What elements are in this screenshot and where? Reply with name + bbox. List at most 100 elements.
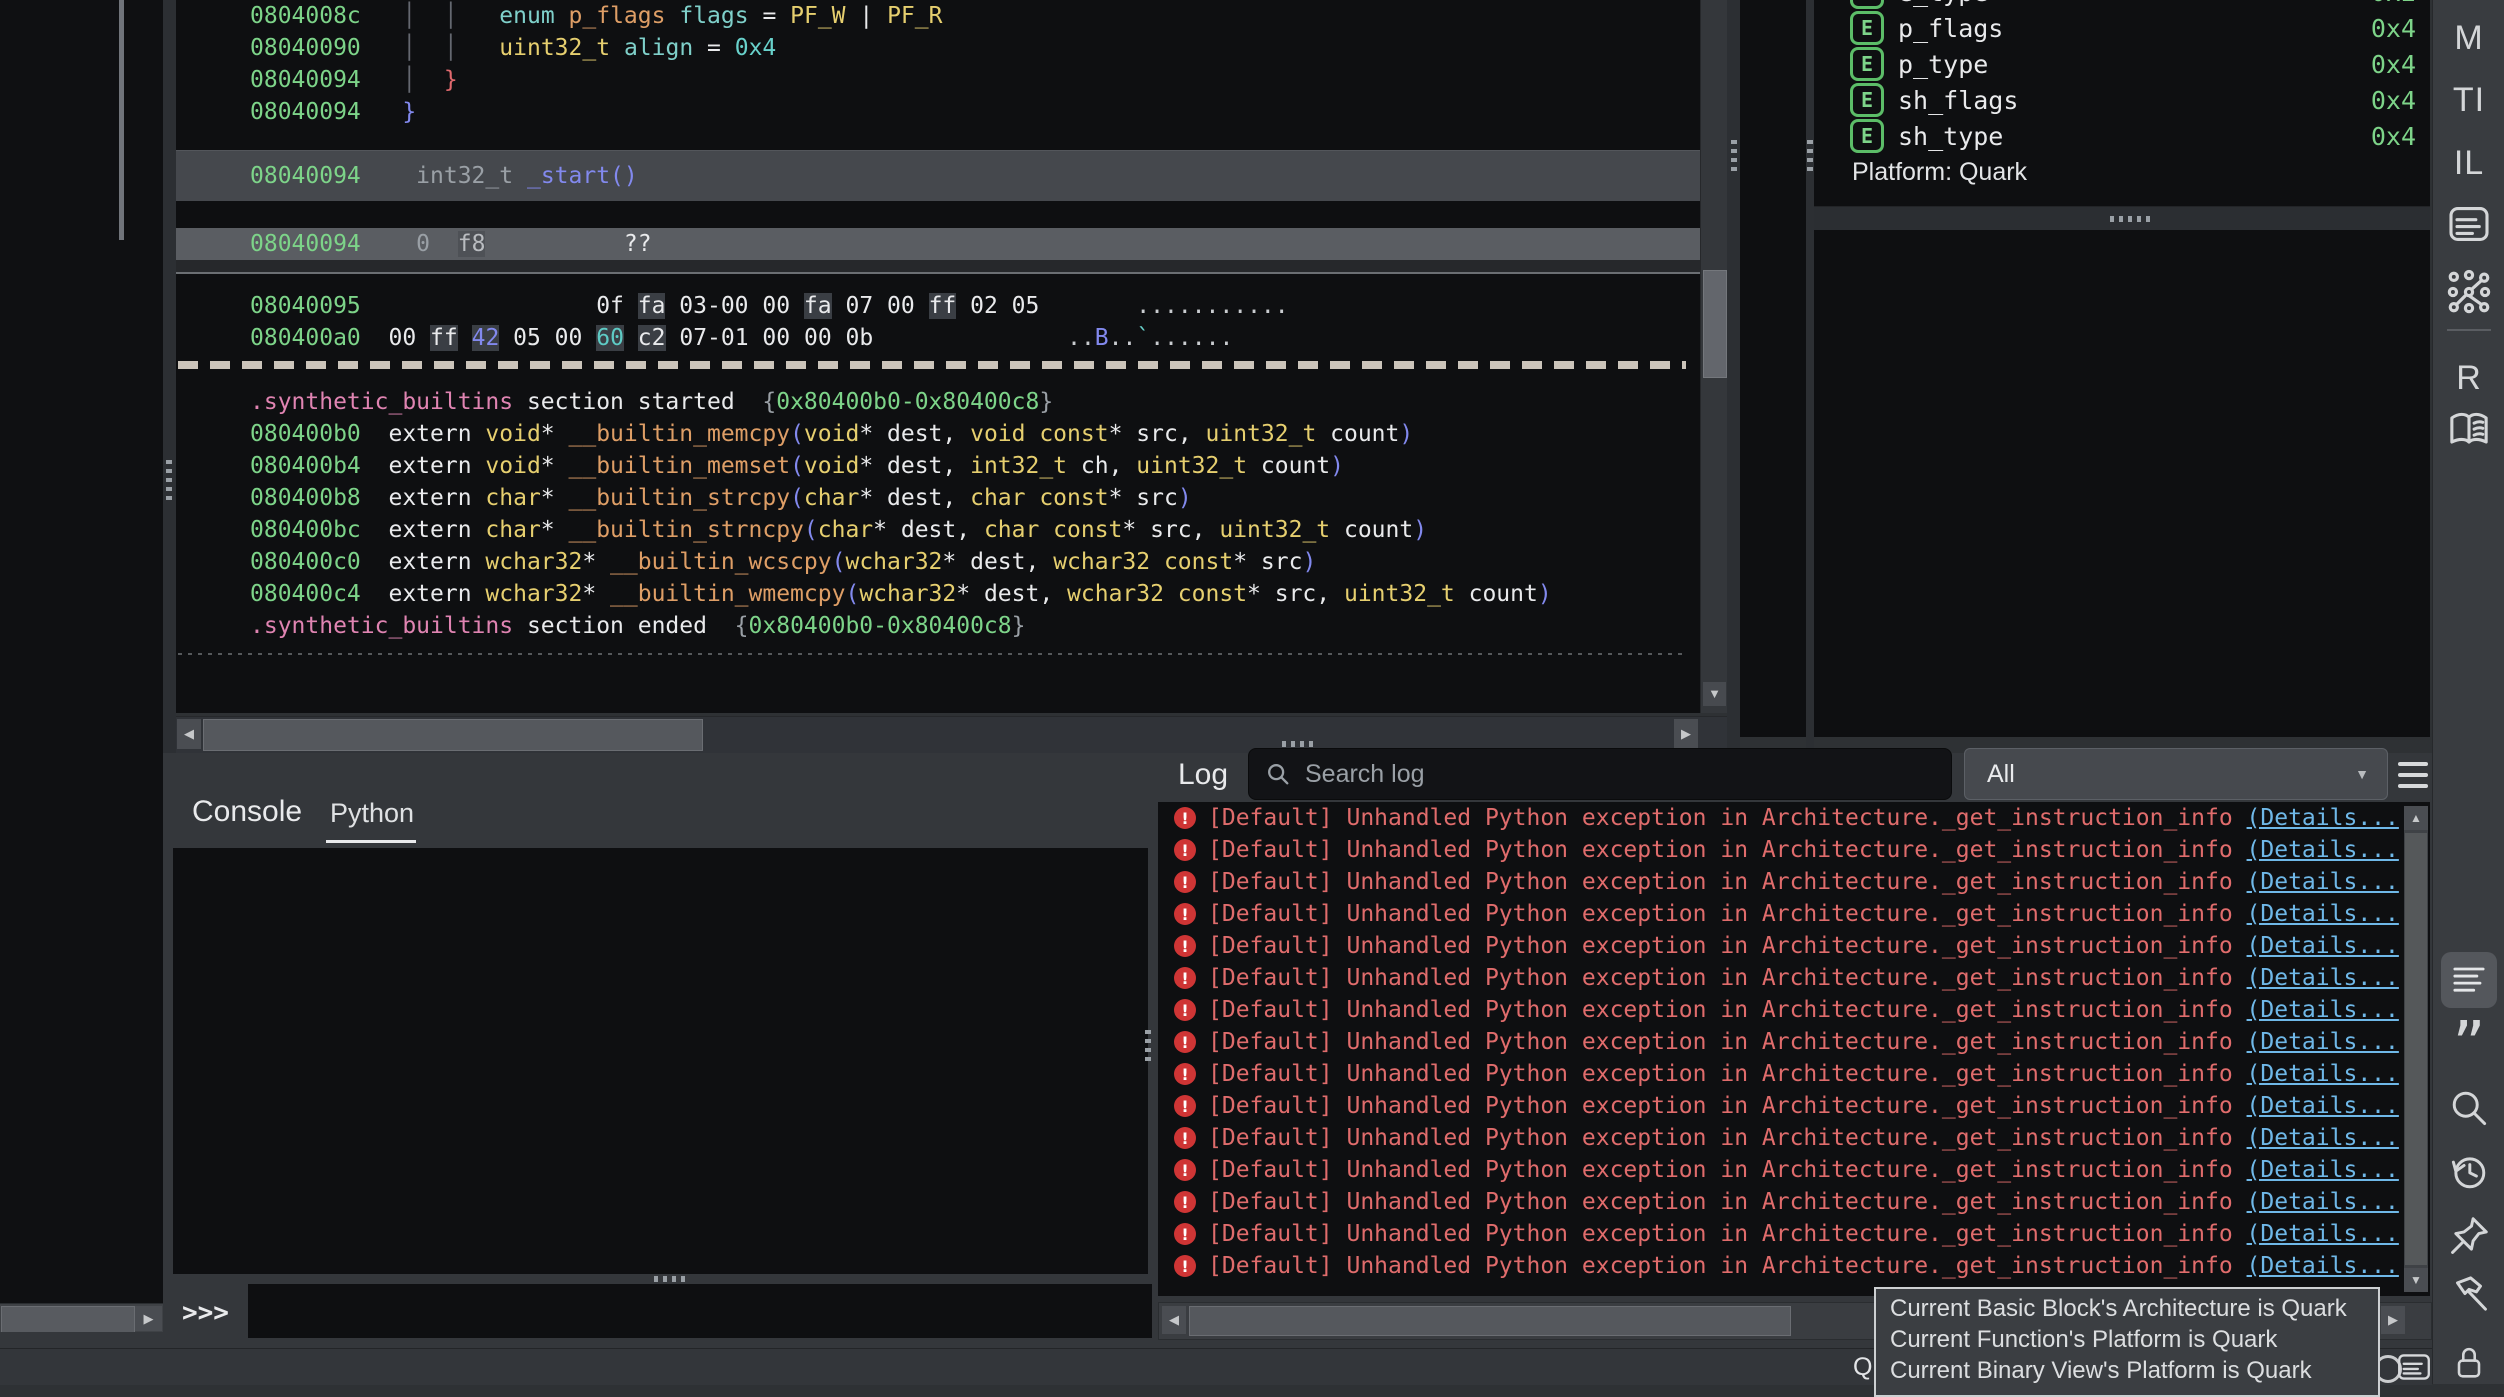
disassembly-band1[interactable]: 08040094 int32_t _start() bbox=[176, 150, 1700, 201]
disassembly-line[interactable]: 080400a0 00 ff 42 05 00 60 c2 07-01 00 0… bbox=[250, 322, 1700, 354]
top-bottom-splitter-handle-icon[interactable] bbox=[1282, 741, 1318, 747]
error-icon: ! bbox=[1174, 967, 1196, 989]
log-vscroll-down-arrow-icon[interactable]: ▼ bbox=[2404, 1268, 2428, 1292]
linear-view-vscroll-thumb[interactable] bbox=[1703, 270, 1727, 378]
linear-view-hscroll-right-arrow-icon[interactable]: ▶ bbox=[1674, 719, 1698, 749]
log-entry-list[interactable]: ![Default] Unhandled Python exception in… bbox=[1158, 802, 2430, 1296]
disassembly-line[interactable]: 08040090 │ │ uint32_t align = 0x4 bbox=[250, 32, 1700, 64]
console-input[interactable] bbox=[248, 1284, 1152, 1338]
type-list-item[interactable]: Esh_flags0x4 bbox=[1814, 82, 2430, 118]
tab-python[interactable]: Python bbox=[330, 798, 414, 829]
bottom-tab-history[interactable] bbox=[2433, 1148, 2504, 1196]
disassembly-line[interactable]: 08040095 0f fa 03-00 00 fa 07 00 ff 02 0… bbox=[250, 290, 1700, 322]
bottom-tab-strings[interactable]: ” bbox=[2433, 1022, 2504, 1070]
disassembly-line[interactable]: 080400b0 extern void* __builtin_memcpy(v… bbox=[250, 418, 1700, 450]
splitter-left[interactable] bbox=[163, 0, 176, 753]
log-details-link[interactable]: (Details... bbox=[2247, 901, 2399, 927]
tab-console[interactable]: Console bbox=[192, 795, 302, 829]
type-list-item[interactable]: Ee_type0x2 bbox=[1814, 0, 2430, 10]
disassembly-line[interactable]: 08040094 } bbox=[250, 96, 1700, 128]
linear-disassembly-view[interactable]: 0804008c │ │ enum p_flags flags = PF_W |… bbox=[176, 0, 1700, 713]
linear-view-vscroll-down-arrow-icon[interactable]: ▼ bbox=[1703, 682, 1726, 706]
log-filter-dropdown[interactable]: All ▼ bbox=[1964, 748, 2388, 800]
bottom-tab-build[interactable] bbox=[2433, 1272, 2504, 1320]
log-details-link[interactable]: (Details... bbox=[2247, 1157, 2399, 1183]
left-pane-hscrollbar[interactable]: ▶ bbox=[0, 1303, 163, 1333]
console-splitter-handle-icon[interactable] bbox=[654, 1276, 690, 1282]
type-list-item[interactable]: Esh_type0x4 bbox=[1814, 118, 2430, 154]
sidebar-tab-il-view[interactable]: IL bbox=[2433, 141, 2504, 185]
log-details-link[interactable]: (Details... bbox=[2247, 1125, 2399, 1151]
log-hscroll-left-arrow-icon[interactable]: ◀ bbox=[1162, 1306, 1186, 1334]
log-details-link[interactable]: (Details... bbox=[2247, 997, 2399, 1023]
log-details-link[interactable]: (Details... bbox=[2247, 1093, 2399, 1119]
log-details-link[interactable]: (Details... bbox=[2247, 1189, 2399, 1215]
log-hscroll-thumb[interactable] bbox=[1189, 1306, 1791, 1336]
splitter-mid-right[interactable] bbox=[1806, 0, 1814, 753]
sidebar-tab-mini-graph[interactable] bbox=[2433, 266, 2504, 318]
sidebar-tab-stack[interactable] bbox=[2433, 200, 2504, 248]
sidebar-tab-docs[interactable] bbox=[2433, 406, 2504, 454]
splitter-mid-left-handle-icon[interactable] bbox=[1731, 140, 1737, 172]
log-details-link[interactable]: (Details... bbox=[2247, 869, 2399, 895]
log-details-link[interactable]: (Details... bbox=[2247, 1221, 2399, 1247]
linear-view-hscroll-thumb[interactable] bbox=[203, 719, 703, 751]
types-panel-splitter-handle-icon[interactable] bbox=[2110, 216, 2150, 222]
bottom-tab-find[interactable] bbox=[2433, 1084, 2504, 1132]
disassembly-dashed[interactable] bbox=[176, 354, 1700, 376]
splitter-left-handle-icon[interactable] bbox=[166, 460, 172, 500]
disassembly-line[interactable]: 080400c4 extern wchar32* __builtin_wmemc… bbox=[250, 578, 1700, 610]
type-list-item[interactable]: Ep_flags0x4 bbox=[1814, 10, 2430, 46]
splitter-mid-right-handle-icon[interactable] bbox=[1807, 140, 1813, 172]
left-pane-hscroll-thumb[interactable] bbox=[1, 1306, 135, 1333]
left-pane-hscroll-right-arrow-icon[interactable]: ▶ bbox=[135, 1306, 162, 1331]
log-search-input[interactable] bbox=[1303, 759, 1907, 790]
sidebar-tab-registers[interactable]: R bbox=[2433, 356, 2504, 400]
disassembly-gap[interactable] bbox=[250, 376, 1700, 386]
disassembly-line[interactable]: .synthetic_builtins section started {0x8… bbox=[250, 386, 1700, 418]
bottom-tab-tags[interactable] bbox=[2433, 1212, 2504, 1260]
status-drive-button[interactable] bbox=[2396, 1350, 2432, 1389]
type-list-item[interactable]: Ep_type0x4 bbox=[1814, 46, 2430, 82]
disassembly-selshadow[interactable] bbox=[176, 260, 1700, 290]
disassembly-line[interactable]: 080400c0 extern wchar32* __builtin_wcscp… bbox=[250, 546, 1700, 578]
disassembly-dotted[interactable] bbox=[176, 652, 1700, 656]
disassembly-line[interactable]: 080400b4 extern void* __builtin_memset(v… bbox=[250, 450, 1700, 482]
sidebar-tab-memory-map[interactable]: M bbox=[2433, 16, 2504, 60]
log-vscrollbar[interactable]: ▲ ▼ bbox=[2404, 806, 2428, 1292]
disassembly-gap[interactable] bbox=[250, 642, 1700, 652]
disassembly-gap[interactable] bbox=[250, 128, 1700, 150]
disassembly-band2[interactable]: 08040094 0 f8 ?? bbox=[176, 228, 1700, 260]
linear-view-hscroll-left-arrow-icon[interactable]: ◀ bbox=[177, 719, 201, 749]
log-details-link[interactable]: (Details... bbox=[2247, 1029, 2399, 1055]
sidebar-tab-type-inspector[interactable]: TI bbox=[2433, 78, 2504, 122]
types-list[interactable]: Ee_type0x2Ep_flags0x4Ep_type0x4Esh_flags… bbox=[1814, 0, 2430, 206]
log-vscroll-thumb[interactable] bbox=[2405, 833, 2427, 1265]
log-details-link[interactable]: (Details... bbox=[2247, 1061, 2399, 1087]
disassembly-line[interactable]: 080400bc extern char* __builtin_strncpy(… bbox=[250, 514, 1700, 546]
console-log-splitter-handle-icon[interactable] bbox=[1145, 1030, 1151, 1066]
pin-icon bbox=[2446, 1213, 2492, 1259]
disassembly-line[interactable]: 080400b8 extern char* __builtin_strcpy(c… bbox=[250, 482, 1700, 514]
linear-view-vscrollbar[interactable]: ▼ bbox=[1700, 0, 1728, 713]
disassembly-line[interactable]: 08040094 │ } bbox=[250, 64, 1700, 96]
left-pane-vscroll-thumb[interactable] bbox=[119, 0, 124, 240]
error-icon: ! bbox=[1174, 999, 1196, 1021]
log-menu-button[interactable] bbox=[2398, 762, 2428, 788]
splitter-mid-left[interactable] bbox=[1727, 0, 1740, 753]
log-details-link[interactable]: (Details... bbox=[2247, 933, 2399, 959]
disassembly-line[interactable]: .synthetic_builtins section ended {0x804… bbox=[250, 610, 1700, 642]
status-lock[interactable] bbox=[2433, 1340, 2504, 1384]
log-details-link[interactable]: (Details... bbox=[2247, 837, 2399, 863]
log-details-link[interactable]: (Details... bbox=[2247, 965, 2399, 991]
bottom-tab-log[interactable] bbox=[2441, 952, 2497, 1008]
console-output[interactable] bbox=[173, 848, 1148, 1274]
types-panel-splitter[interactable] bbox=[1814, 206, 2430, 232]
disassembly-gap[interactable] bbox=[250, 201, 1700, 228]
log-details-link[interactable]: (Details... bbox=[2247, 1253, 2399, 1279]
log-search-box[interactable] bbox=[1248, 748, 1952, 800]
log-hscroll-right-arrow-icon[interactable]: ▶ bbox=[2381, 1306, 2405, 1334]
log-details-link[interactable]: (Details... bbox=[2247, 805, 2399, 831]
disassembly-line[interactable]: 0804008c │ │ enum p_flags flags = PF_W |… bbox=[250, 0, 1700, 32]
log-vscroll-up-arrow-icon[interactable]: ▲ bbox=[2404, 806, 2428, 830]
